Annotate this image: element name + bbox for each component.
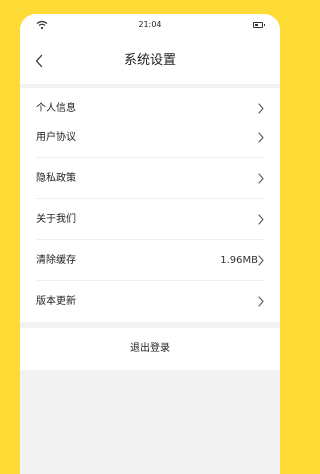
status-bar: 21:04: [20, 14, 280, 38]
chevron-right-icon: [258, 214, 264, 225]
chevron-right-icon: [258, 103, 264, 114]
chevron-right-icon: [258, 173, 264, 184]
settings-item-version-update[interactable]: 版本更新: [20, 281, 280, 322]
logout-button[interactable]: 退出登录: [20, 328, 280, 370]
status-time: 21:04: [138, 20, 162, 29]
battery-icon: [253, 22, 265, 28]
cache-size-value: 1.96MB: [220, 255, 258, 266]
chevron-right-icon: [258, 296, 264, 307]
settings-item-label: 版本更新: [36, 296, 76, 307]
settings-item-label: 用户协议: [36, 132, 76, 143]
settings-item-clear-cache[interactable]: 清除缓存 1.96MB: [20, 240, 280, 281]
page-title: 系统设置: [123, 53, 176, 68]
settings-item-privacy-policy[interactable]: 隐私政策: [20, 158, 280, 199]
chevron-right-icon: [258, 255, 264, 266]
settings-item-label: 清除缓存: [36, 255, 76, 266]
settings-group-main: 用户协议 隐私政策 关于我们 清除缓存 1.96MB 版本更新: [20, 117, 280, 322]
phone-screen: 21:04 系统设置 个人信息 用户协议 隐私政策 关于我们 清除缓存 1.96…: [20, 14, 280, 474]
nav-bar: 系统设置: [20, 38, 280, 84]
settings-item-label: 关于我们: [36, 214, 76, 225]
chevron-right-icon: [258, 132, 264, 143]
settings-item-about-us[interactable]: 关于我们: [20, 199, 280, 240]
settings-item-user-agreement[interactable]: 用户协议: [20, 117, 280, 158]
settings-item-label: 隐私政策: [36, 173, 76, 184]
